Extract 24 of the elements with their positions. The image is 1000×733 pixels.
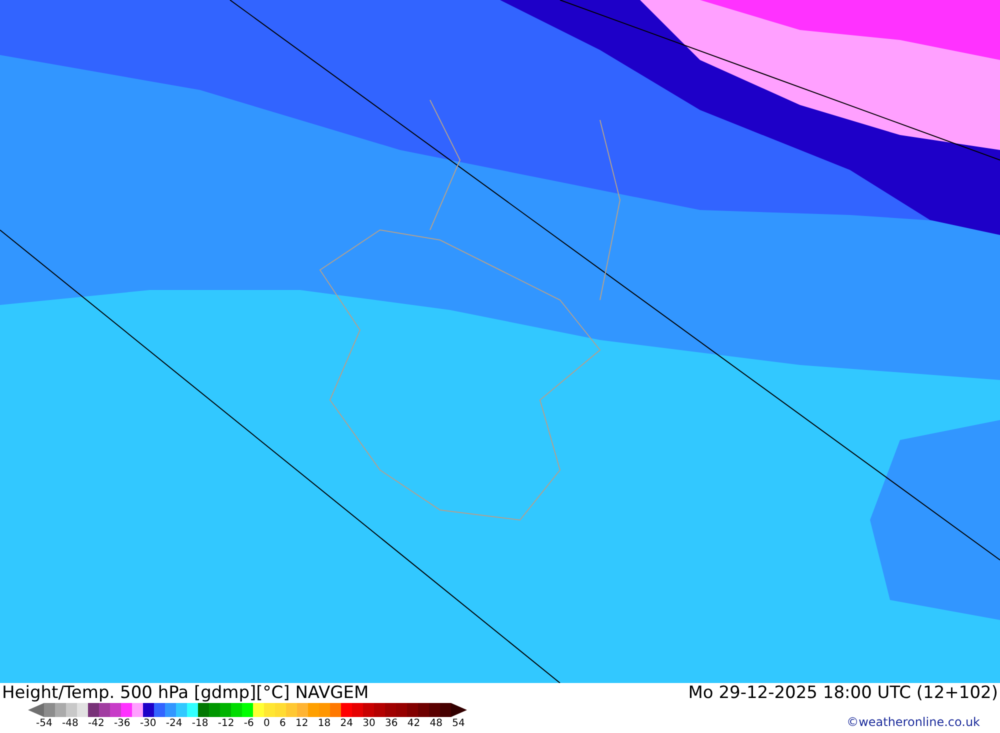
scale-label: -12 (218, 717, 234, 731)
scale-label: 48 (430, 717, 443, 731)
scale-label: -36 (114, 717, 130, 731)
left-arrow-icon (28, 703, 44, 717)
scale-label: 0 (264, 717, 270, 731)
scale-label: 36 (385, 717, 398, 731)
scale-label: -54 (36, 717, 52, 731)
scale-label: 18 (318, 717, 331, 731)
right-arrow-icon (451, 703, 467, 717)
scale-label: 42 (407, 717, 420, 731)
scale-label: -30 (140, 717, 156, 731)
scale-label: -18 (192, 717, 208, 731)
scale-label: -48 (62, 717, 78, 731)
credit-link[interactable]: ©weatheronline.co.uk (846, 713, 980, 731)
scale-label: 6 (280, 717, 286, 731)
map-title: Height/Temp. 500 hPa [gdmp][°C] NAVGEM (2, 683, 369, 703)
scale-label: 12 (296, 717, 308, 731)
scale-label: -24 (166, 717, 182, 731)
scale-label: 30 (362, 717, 376, 731)
scale-label: -6 (244, 717, 254, 731)
scale-label: 54 (452, 717, 465, 731)
valid-time: Mo 29-12-2025 18:00 UTC (12+102) (688, 683, 998, 703)
scale-label: -42 (88, 717, 104, 731)
scale-label: 24 (340, 717, 354, 731)
